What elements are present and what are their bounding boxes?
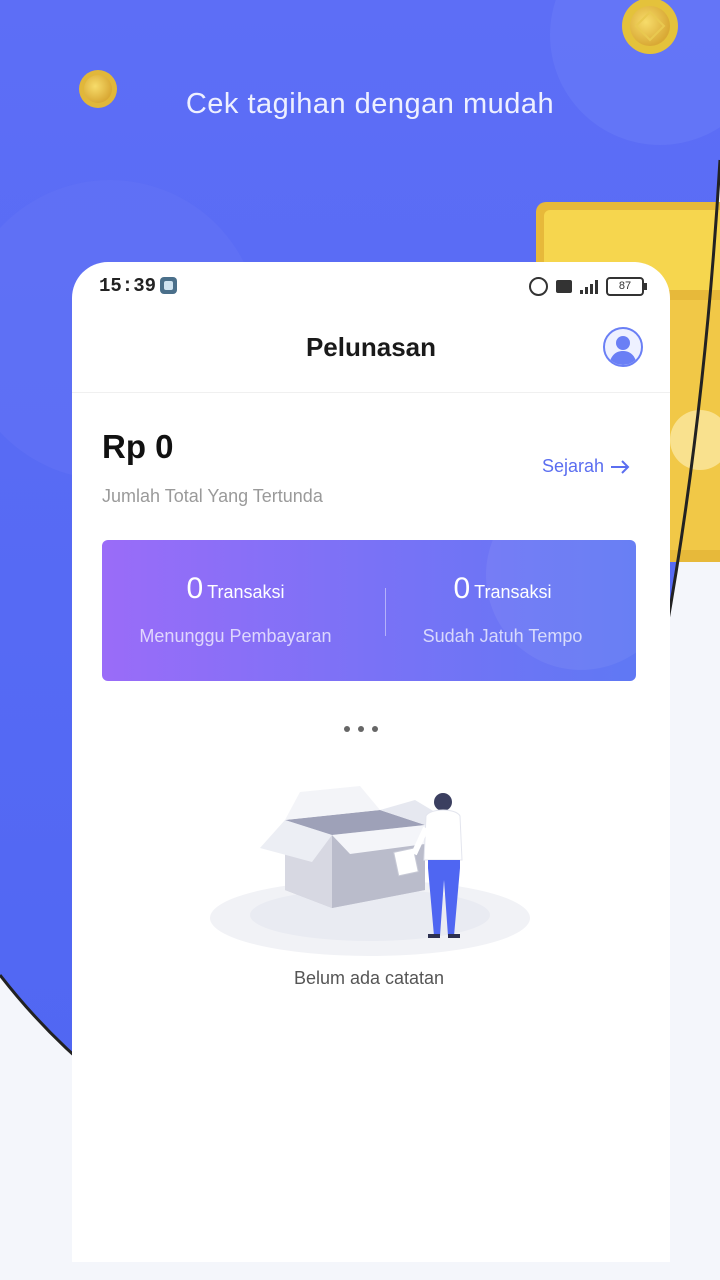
avatar-icon — [609, 336, 637, 365]
history-link-label: Sejarah — [542, 456, 605, 476]
pending-amount: Rp 0 — [102, 428, 174, 465]
transaction-summary-card: 0 Transaksi Menunggu Pembayaran 0 Transaks… — [102, 540, 636, 681]
app-notification-icon — [160, 277, 177, 294]
stat-count-line: 0 Transaksi — [102, 572, 369, 606]
arrow-right-icon — [611, 459, 630, 474]
promo-tagline: Cek tagihan dengan mudah — [185, 88, 555, 120]
signal-icon — [580, 278, 598, 294]
stat-count-line: 0 Transaksi — [369, 572, 636, 606]
pending-amount-label: Jumlah Total Yang Tertunda — [102, 486, 323, 506]
dots-indicator — [344, 726, 378, 732]
overdue-stat[interactable]: 0 Transaksi Sudah Jatuh Tempo — [369, 540, 636, 681]
awaiting-payment-count: 0 — [186, 572, 204, 605]
header-divider — [72, 392, 670, 393]
history-link[interactable]: Sejarah — [542, 456, 630, 477]
status-icons: 87 — [529, 275, 647, 297]
overdue-unit: Transaksi — [474, 582, 552, 602]
overdue-count: 0 — [453, 572, 471, 605]
battery-icon: 87 — [606, 276, 647, 296]
alarm-icon — [529, 276, 548, 296]
awaiting-payment-stat[interactable]: 0 Transaksi Menunggu Pembayaran — [102, 540, 369, 681]
status-time: 15:39 — [99, 275, 157, 297]
empty-box-illustration — [210, 786, 530, 956]
sim-icon — [556, 279, 572, 293]
coin-icon — [622, 0, 678, 54]
empty-state-text: Belum ada catatan — [293, 968, 445, 988]
page-title: Pelunasan — [305, 332, 437, 362]
status-bar: 15:39 87 — [72, 262, 670, 312]
awaiting-payment-unit: Transaksi — [207, 582, 285, 602]
awaiting-payment-label: Menunggu Pembayaran — [139, 626, 332, 646]
phone-screen: 15:39 87 Pelunasan Rp 0 Jumlah Total Yan… — [72, 262, 670, 1262]
avatar-button[interactable] — [603, 327, 643, 367]
overdue-label: Sudah Jatuh Tempo — [422, 626, 583, 646]
